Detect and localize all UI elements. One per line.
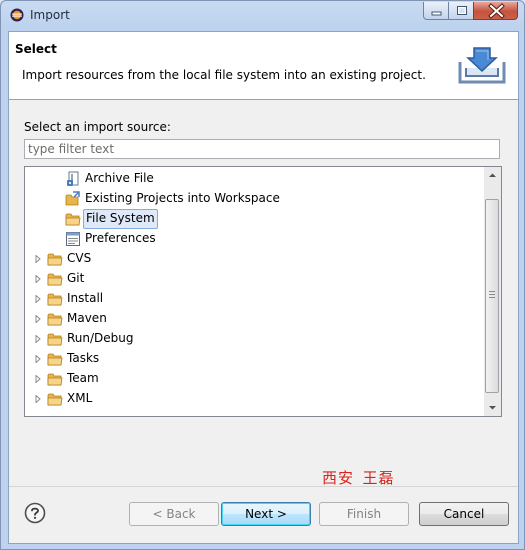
- archive-file-icon: [67, 171, 79, 186]
- expand-arrow-icon[interactable]: [34, 315, 42, 323]
- folder-icon: [47, 293, 63, 306]
- title-bar[interactable]: Import: [1, 1, 524, 31]
- import-source-label: Select an import source:: [24, 120, 171, 134]
- tree-item-label: Preferences: [85, 231, 156, 245]
- expand-arrow-icon[interactable]: [34, 355, 42, 363]
- tree-item-preferences[interactable]: Preferences: [25, 229, 485, 249]
- folder-icon: [47, 353, 63, 366]
- help-icon[interactable]: [24, 502, 46, 524]
- tree-item-label: Team: [67, 371, 99, 385]
- folder-icon: [47, 253, 63, 266]
- tree-item-label: Install: [67, 291, 104, 305]
- tree-vertical-scrollbar[interactable]: [484, 167, 501, 416]
- tree-item-tasks[interactable]: Tasks: [25, 349, 485, 369]
- import-source-tree[interactable]: Archive File Existing Projects into Works…: [24, 166, 502, 417]
- close-icon: [488, 3, 505, 19]
- expand-arrow-icon[interactable]: [34, 255, 42, 263]
- tree-item-file-system[interactable]: File System: [25, 209, 485, 229]
- scroll-up-arrow-icon[interactable]: [484, 167, 501, 184]
- scrollbar-thumb[interactable]: [485, 199, 499, 393]
- minimize-icon: [431, 11, 442, 16]
- existing-projects-icon: [65, 191, 80, 206]
- next-button[interactable]: Next >: [221, 502, 311, 526]
- tree-item-cvs[interactable]: CVS: [25, 249, 485, 269]
- page-description: Import resources from the local file sys…: [22, 68, 426, 82]
- expand-arrow-icon[interactable]: [34, 275, 42, 283]
- import-dialog: Import Select Import resources from the …: [0, 0, 525, 550]
- tree-item-maven[interactable]: Maven: [25, 309, 485, 329]
- scroll-down-arrow-icon[interactable]: [484, 399, 501, 416]
- tree-item-xml[interactable]: XML: [25, 389, 485, 409]
- tree-item-git[interactable]: Git: [25, 269, 485, 289]
- folder-icon: [47, 313, 63, 326]
- finish-button[interactable]: Finish: [319, 502, 409, 526]
- maximize-icon: [457, 6, 467, 15]
- tree-item-label: Run/Debug: [67, 331, 134, 345]
- folder-icon: [65, 213, 81, 226]
- tree-item-label: Git: [67, 271, 85, 285]
- tree-item-install[interactable]: Install: [25, 289, 485, 309]
- wizard-header: Select Import resources from the local f…: [9, 32, 518, 100]
- minimize-button[interactable]: [423, 2, 449, 20]
- tree-item-team[interactable]: Team: [25, 369, 485, 389]
- back-button[interactable]: < Back: [129, 502, 219, 526]
- footer-separator: [9, 486, 518, 487]
- expand-arrow-icon[interactable]: [34, 375, 42, 383]
- expand-arrow-icon[interactable]: [34, 295, 42, 303]
- tree-item-label: XML: [67, 391, 93, 405]
- folder-icon: [47, 393, 63, 406]
- cancel-button[interactable]: Cancel: [419, 502, 509, 526]
- window-title: Import: [30, 8, 70, 22]
- expand-arrow-icon[interactable]: [34, 335, 42, 343]
- watermark-text: 西安_王磊: [322, 469, 395, 487]
- tree-item-label: CVS: [67, 251, 92, 265]
- tree-item-label: Maven: [67, 311, 107, 325]
- page-title: Select: [15, 42, 57, 56]
- tree-item-label: File System: [83, 209, 158, 229]
- close-button[interactable]: [473, 2, 518, 20]
- maximize-button[interactable]: [448, 2, 474, 20]
- eclipse-icon: [10, 8, 24, 22]
- filter-input[interactable]: [24, 139, 500, 159]
- tree-item-run-debug[interactable]: Run/Debug: [25, 329, 485, 349]
- expand-arrow-icon[interactable]: [34, 395, 42, 403]
- import-wizard-icon: [458, 47, 506, 84]
- tree-item-archive-file[interactable]: Archive File: [25, 169, 485, 189]
- tree-item-label: Existing Projects into Workspace: [85, 191, 280, 205]
- tree-item-existing-projects-into-workspace[interactable]: Existing Projects into Workspace: [25, 189, 485, 209]
- folder-icon: [47, 333, 63, 346]
- folder-icon: [47, 273, 63, 286]
- tree-item-label: Tasks: [67, 351, 100, 365]
- dialog-client-area: Select Import resources from the local f…: [8, 31, 519, 544]
- tree-item-label: Archive File: [85, 171, 154, 185]
- preferences-icon: [66, 232, 80, 246]
- folder-icon: [47, 373, 63, 386]
- scroll-grip-icon: [489, 291, 495, 298]
